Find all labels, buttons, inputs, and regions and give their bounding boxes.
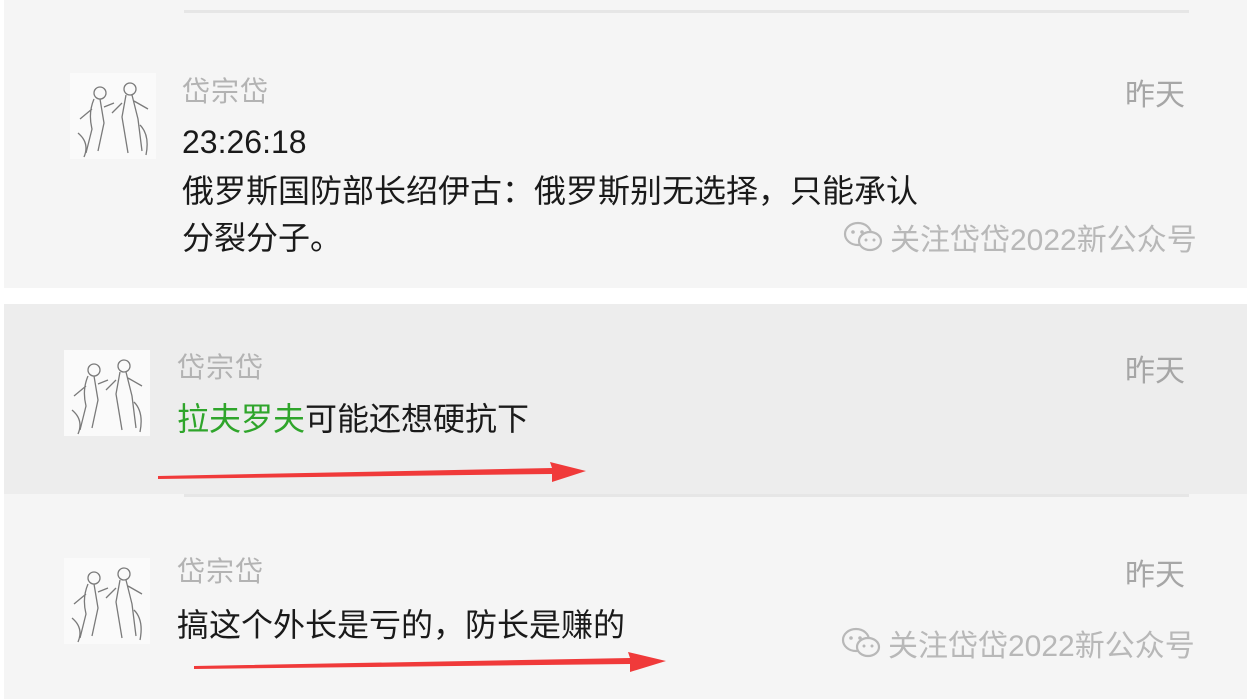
message-item[interactable]: 岱宗岱 昨天 23:26:18 俄罗斯国防部长绍伊古：俄罗斯别无选择，只能承认 … <box>4 0 1247 288</box>
sender-name: 岱宗岱 <box>182 76 270 107</box>
avatar[interactable] <box>70 73 156 159</box>
red-arrow-annotation <box>194 652 666 672</box>
avatar-sketch-image <box>71 567 143 643</box>
timestamp: 昨天 <box>1125 559 1185 592</box>
message-text-body: 可能还想硬抗下 <box>305 401 530 437</box>
timestamp: 昨天 <box>1125 79 1185 112</box>
divider <box>184 494 1189 497</box>
divider <box>184 10 1189 13</box>
message-text-line: 俄罗斯国防部长绍伊古：俄罗斯别无选择，只能承认 <box>182 173 919 209</box>
message-item[interactable]: 岱宗岱 昨天 搞这个外长是亏的，防长是赚的 关注岱岱2022新公众号 <box>4 494 1247 699</box>
watermark: 关注岱岱2022新公众号 <box>840 621 1195 665</box>
message-text-line: 分裂分子。 <box>182 220 343 256</box>
watermark-text: 关注岱岱2022新公众号 <box>890 224 1197 257</box>
avatar-sketch-image <box>71 359 143 435</box>
message-text-line: 23:26:18 <box>182 124 307 160</box>
avatar[interactable] <box>64 350 150 436</box>
wechat-icon <box>841 627 881 658</box>
timestamp: 昨天 <box>1125 355 1185 388</box>
sender-name: 岱宗岱 <box>177 556 265 587</box>
watermark: 关注岱岱2022新公众号 <box>842 215 1197 259</box>
message-text: 搞这个外长是亏的，防长是赚的 <box>177 607 626 643</box>
red-arrow-annotation <box>158 462 586 482</box>
message-item[interactable]: 岱宗岱 昨天 拉夫罗夫可能还想硬抗下 <box>4 304 1247 494</box>
watermark-text: 关注岱岱2022新公众号 <box>888 630 1195 663</box>
sender-name: 岱宗岱 <box>177 352 265 383</box>
message-text: 拉夫罗夫可能还想硬抗下 <box>177 394 529 444</box>
mention-link[interactable]: 拉夫罗夫 <box>177 401 305 437</box>
avatar[interactable] <box>64 558 150 644</box>
wechat-icon <box>843 221 883 252</box>
avatar-sketch-image <box>77 82 149 158</box>
